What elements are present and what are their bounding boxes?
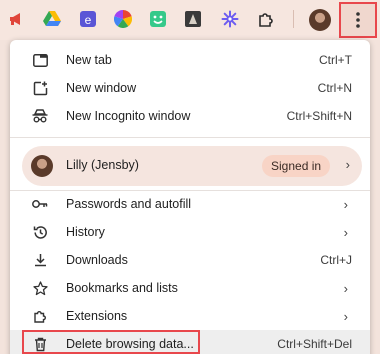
chevron-right-icon: › [343,280,348,296]
star-icon [32,280,48,296]
menu-item-label: Extensions [66,309,128,323]
signed-in-badge: Signed in [262,155,331,177]
highlight-box [22,330,200,354]
key-icon [32,196,48,212]
chevron-right-icon: › [345,157,350,172]
menu-item-label: New tab [66,53,112,67]
profile-avatar [31,155,53,177]
browser-menu-button[interactable] [339,2,377,38]
puzzle-icon [32,308,48,324]
gear-flower-icon[interactable] [219,8,241,30]
puzzle-dark-icon[interactable] [182,8,204,30]
extension-e-icon[interactable]: e [77,8,99,30]
megaphone-icon[interactable] [6,8,28,30]
menu-item-label: New window [66,81,137,95]
menu-item-new-window[interactable]: New window Ctrl+N [10,74,370,102]
color-wheel-icon[interactable] [112,8,134,30]
menu-item-passwords[interactable]: Passwords and autofill › [10,190,370,218]
menu-item-history[interactable]: History › [10,218,370,246]
shortcut-text: Ctrl+T [319,53,352,67]
chevron-right-icon: › [343,224,348,240]
menu-item-extensions[interactable]: Extensions › [10,302,370,330]
menu-item-new-incognito-window[interactable]: New Incognito window Ctrl+Shift+N [10,102,370,130]
menu-item-label: New Incognito window [66,109,191,123]
chevron-right-icon: › [343,196,348,212]
menu-item-bookmarks[interactable]: Bookmarks and lists › [10,274,370,302]
menu-item-label: Downloads [66,253,128,267]
menu-item-new-tab[interactable]: New tab Ctrl+T [10,46,370,74]
shortcut-text: Ctrl+J [320,253,352,267]
chevron-right-icon: › [343,308,348,324]
extensions-puzzle-icon[interactable] [255,8,277,30]
menu-item-label: History [66,225,105,239]
browser-toolbar: e [0,0,380,40]
menu-item-label: Passwords and autofill [66,197,192,211]
profile-name: Lilly (Jensby) [66,158,139,172]
avatar[interactable] [309,9,331,31]
menu-item-label: Bookmarks and lists [66,281,178,295]
smiley-extension-icon[interactable] [147,8,169,30]
new-tab-icon [32,52,48,68]
shortcut-text: Ctrl+N [317,81,352,95]
toolbar-separator [293,10,294,28]
menu-divider [10,137,370,138]
history-icon [32,224,48,240]
shortcut-text: Ctrl+Shift+N [286,109,352,123]
download-icon [32,252,48,268]
three-dots-vertical-icon [356,12,360,28]
new-window-icon [32,80,48,96]
shortcut-text: Ctrl+Shift+Del [277,337,352,351]
svg-text:e: e [85,13,92,27]
google-drive-icon[interactable] [41,8,63,30]
incognito-icon [32,108,48,124]
menu-item-downloads[interactable]: Downloads Ctrl+J [10,246,370,274]
profile-row[interactable]: Lilly (Jensby) Signed in › [22,146,362,186]
